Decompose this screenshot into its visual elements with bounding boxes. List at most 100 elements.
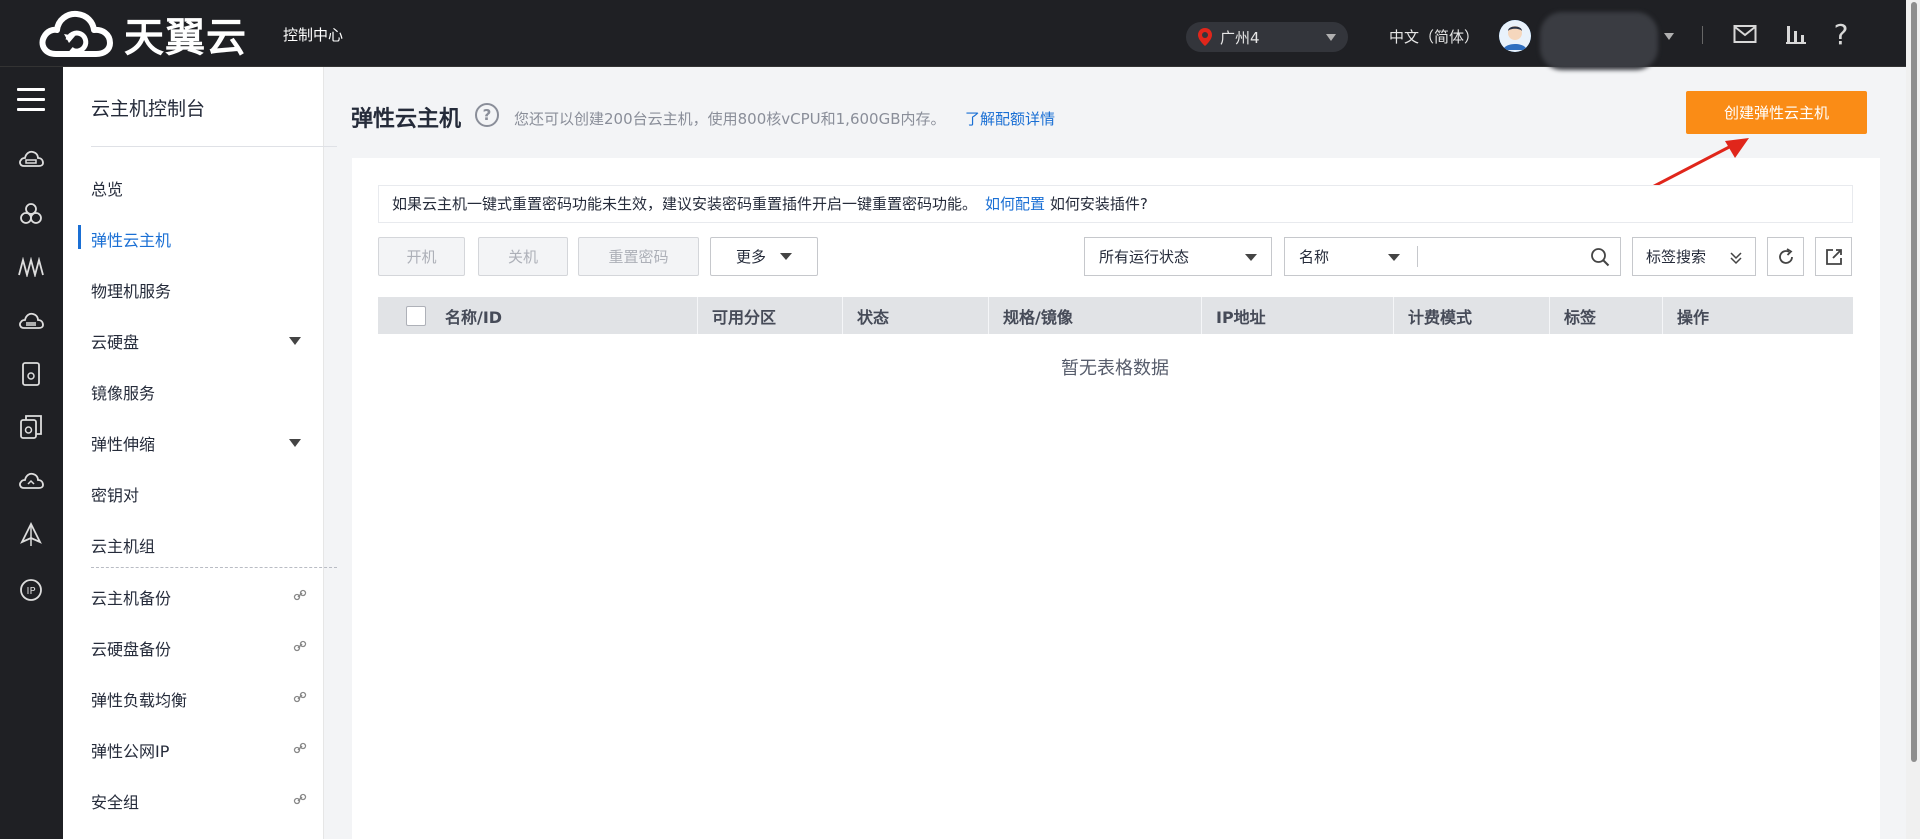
elastic-ip-icon[interactable]: IP	[17, 576, 45, 604]
divider	[1702, 26, 1703, 44]
column-spec-image: 规格/镜像	[989, 297, 1202, 334]
external-link-icon	[293, 742, 307, 754]
column-status: 状态	[843, 297, 989, 334]
sidebar-item-security-group[interactable]: 安全组	[91, 789, 139, 813]
language-selector[interactable]: 中文（简体）	[1389, 26, 1479, 47]
table-empty-text: 暂无表格数据	[1061, 358, 1169, 379]
cloud-logo-icon	[39, 10, 113, 57]
column-actions: 操作	[1677, 307, 1710, 327]
page-title: 弹性云主机	[351, 107, 462, 132]
more-label: 更多	[735, 248, 766, 266]
sidebar-item-image-service[interactable]: 镜像服务	[91, 380, 155, 404]
external-link-icon	[293, 640, 307, 652]
help-icon[interactable]: ?	[1827, 18, 1855, 51]
sidebar-item-host-backup[interactable]: 云主机备份	[91, 585, 171, 609]
external-link-icon	[293, 589, 307, 601]
deploy-icon[interactable]	[17, 521, 45, 549]
backup-icon[interactable]	[17, 413, 45, 441]
refresh-button[interactable]	[1767, 237, 1804, 276]
chevron-down-icon[interactable]	[289, 439, 301, 447]
region-label: 广州4	[1220, 28, 1260, 47]
sidebar-item-overview[interactable]: 总览	[91, 176, 123, 200]
chevron-down-icon	[780, 253, 792, 260]
hamburger-menu-icon[interactable]	[17, 88, 45, 118]
search-input[interactable]	[1425, 238, 1585, 275]
status-filter-select[interactable]: 所有运行状态	[1084, 237, 1272, 276]
console-center-link[interactable]: 控制中心	[283, 24, 343, 45]
cloud-host-icon[interactable]	[17, 146, 45, 174]
column-availability-zone: 可用分区	[698, 297, 843, 334]
how-to-configure-link[interactable]: 如何配置	[985, 195, 1045, 213]
more-button[interactable]: 更多	[710, 237, 818, 276]
cloud-disk-icon[interactable]	[17, 308, 45, 336]
stats-bar-icon[interactable]	[1782, 20, 1810, 48]
table-header: 名称/ID 可用分区 状态 规格/镜像 IP地址 计费模式 标签 操作	[378, 297, 1853, 334]
user-avatar-icon	[1499, 20, 1531, 52]
column-label: 名称/ID	[445, 307, 503, 327]
external-link-icon	[293, 691, 307, 703]
user-menu-chevron-icon[interactable]	[1664, 33, 1674, 40]
search-field-value: 名称	[1299, 248, 1330, 266]
page-scrollbar-thumb[interactable]	[1911, 2, 1917, 762]
refresh-icon	[1778, 247, 1793, 264]
tag-search-button[interactable]: 标签搜索	[1632, 237, 1756, 276]
location-pin-icon	[1198, 28, 1212, 46]
stop-button[interactable]: 关机	[478, 237, 568, 276]
reset-password-button[interactable]: 重置密码	[578, 237, 699, 276]
help-circle-icon[interactable]: ?	[475, 103, 499, 127]
divider	[1417, 246, 1418, 267]
cluster-icon[interactable]	[17, 200, 45, 228]
active-indicator	[78, 225, 81, 249]
sidebar-item-physical-machine[interactable]: 物理机服务	[91, 278, 171, 302]
sidebar-item-auto-scaling[interactable]: 弹性伸缩	[91, 431, 155, 455]
side-menu-title: 云主机控制台	[91, 98, 206, 120]
status-filter-value: 所有运行状态	[1099, 248, 1190, 266]
search-field-select[interactable]: 名称	[1284, 237, 1418, 276]
select-all-checkbox[interactable]	[406, 305, 426, 326]
logo[interactable]: 天翼云	[38, 7, 247, 61]
export-icon	[1825, 248, 1842, 265]
chevron-down-icon	[1245, 254, 1257, 261]
table-empty-message: 暂无表格数据	[0, 354, 1920, 380]
double-chevron-down-icon	[1730, 252, 1742, 265]
start-button[interactable]: 开机	[378, 237, 465, 276]
logo-text: 天翼云	[124, 15, 247, 61]
column-tags: 标签	[1550, 297, 1663, 334]
export-button[interactable]	[1815, 237, 1852, 276]
column-name-id: 名称/ID	[378, 297, 698, 334]
service-icon-rail: IP	[0, 67, 63, 839]
sidebar-item-cloud-disk[interactable]: 云硬盘	[91, 329, 139, 353]
username-redacted	[1540, 12, 1658, 70]
quota-details-link[interactable]: 了解配额详情	[965, 108, 1055, 129]
side-menu: 云主机控制台 总览 弹性云主机 物理机服务 云硬盘 镜像服务 弹性伸缩 密钥对 …	[63, 67, 337, 839]
chevron-down-icon	[1326, 34, 1336, 41]
sidebar-item-elastic-ip[interactable]: 弹性公网IP	[91, 738, 169, 762]
chevron-down-icon	[1388, 254, 1400, 261]
how-to-install-plugin-text[interactable]: 如何安装插件?	[1050, 195, 1148, 213]
sidebar-item-load-balancer[interactable]: 弹性负载均衡	[91, 687, 187, 711]
sidebar-item-host-group[interactable]: 云主机组	[91, 533, 155, 557]
notice-bar: 如果云主机一键式重置密码功能未生效，建议安装密码重置插件开启一键重置密码功能。如…	[378, 185, 1853, 223]
quota-text: 您还可以创建200台云主机，使用800核vCPU和1,600GB内存。	[514, 110, 946, 128]
column-ip-address: IP地址	[1202, 297, 1394, 334]
sidebar-item-key-pair[interactable]: 密钥对	[91, 482, 139, 506]
external-link-icon	[293, 793, 307, 805]
network-icon[interactable]	[17, 253, 45, 281]
sidebar-item-disk-backup[interactable]: 云硬盘备份	[91, 636, 171, 660]
tag-search-label: 标签搜索	[1646, 248, 1707, 266]
region-selector[interactable]: 广州4	[1186, 22, 1348, 52]
create-cloud-host-button[interactable]: 创建弹性云主机	[1686, 91, 1867, 134]
search-icon[interactable]	[1590, 247, 1610, 267]
notice-text: 如果云主机一键式重置密码功能未生效，建议安装密码重置插件开启一键重置密码功能。	[392, 195, 978, 213]
mail-icon[interactable]	[1731, 20, 1759, 48]
avatar[interactable]	[1499, 20, 1531, 52]
search-input-box[interactable]	[1417, 237, 1621, 276]
cloud-monitor-icon[interactable]	[17, 468, 45, 496]
top-bar: 天翼云 控制中心 广州4 中文（简体） ?	[0, 0, 1920, 70]
sidebar-item-elastic-cloud-host[interactable]: 弹性云主机	[91, 227, 171, 251]
column-billing-mode: 计费模式	[1394, 297, 1550, 334]
chevron-down-icon[interactable]	[289, 337, 301, 345]
svg-text:IP: IP	[27, 586, 36, 597]
divider	[91, 146, 337, 147]
dashed-divider	[91, 567, 337, 568]
